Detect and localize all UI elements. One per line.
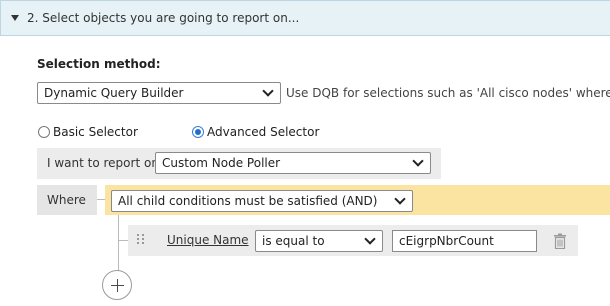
tree-branch [118, 240, 128, 241]
trash-icon[interactable] [553, 233, 567, 249]
selection-method-select[interactable]: Dynamic Query Builder [37, 82, 281, 104]
report-on-label: I want to report on [47, 156, 159, 170]
chevron-down-icon [412, 155, 424, 167]
where-label: Where [47, 193, 86, 207]
selection-method-hint: Use DQB for selections such as 'All cisc… [286, 86, 610, 100]
chevron-down-icon [262, 85, 274, 97]
condition-group-select[interactable]: All child conditions must be satisfied (… [111, 190, 413, 212]
radio-unchecked-icon[interactable] [38, 126, 50, 138]
chevron-down-icon [394, 193, 406, 205]
selection-method-value: Dynamic Query Builder [44, 86, 184, 100]
section-header[interactable]: 2. Select objects you are going to repor… [0, 0, 610, 36]
condition-operator-select[interactable]: is equal to [255, 230, 383, 252]
tree-line [118, 215, 119, 271]
advanced-selector-label: Advanced Selector [207, 125, 320, 139]
basic-selector-radio[interactable]: Basic Selector [38, 125, 138, 139]
section-title: 2. Select objects you are going to repor… [27, 11, 300, 25]
condition-group-value: All child conditions must be satisfied (… [118, 194, 378, 208]
report-on-select[interactable]: Custom Node Poller [155, 152, 431, 174]
add-condition-button[interactable] [102, 270, 132, 300]
advanced-selector-radio[interactable]: Advanced Selector [192, 125, 319, 139]
condition-value-input[interactable]: cEigrpNbrCount [392, 230, 537, 252]
tree-connector [97, 199, 105, 200]
selection-method-label: Selection method: [37, 57, 161, 71]
basic-selector-label: Basic Selector [53, 125, 138, 139]
chevron-down-icon [364, 233, 376, 245]
drag-handle-icon[interactable] [137, 234, 145, 246]
condition-field-link[interactable]: Unique Name [167, 233, 249, 247]
collapse-triangle-icon[interactable] [11, 15, 19, 21]
radio-checked-icon[interactable] [192, 126, 204, 138]
condition-operator-value: is equal to [262, 234, 325, 248]
condition-value-text: cEigrpNbrCount [399, 234, 494, 248]
report-on-value: Custom Node Poller [162, 156, 281, 170]
